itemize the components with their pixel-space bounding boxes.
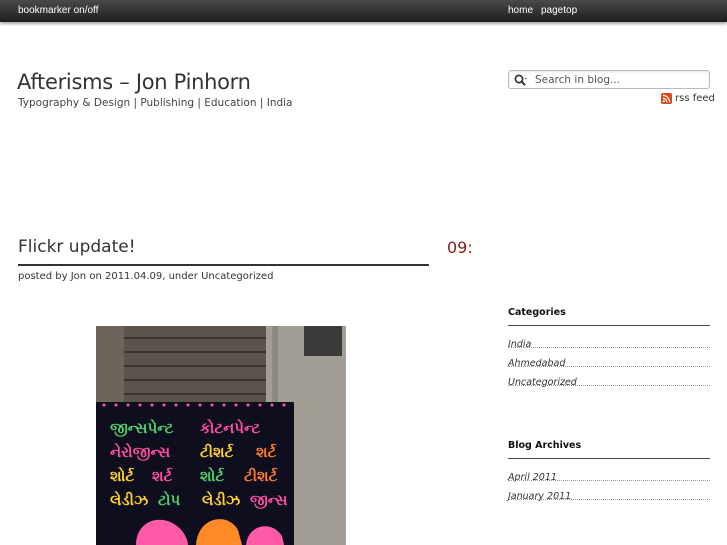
sign-line-4a: લેડીઝ [110, 490, 148, 509]
sign-line-2b: ટીશર્ટ [200, 443, 234, 461]
sign-line-4c: લેડીઝ [202, 490, 240, 509]
archives-list: April 2011 January 2011 [508, 462, 710, 502]
site-tagline: Typography & Design | Publishing | Educa… [18, 97, 293, 109]
category-link-india[interactable]: India [508, 339, 531, 350]
list-item: Ahmedabad [508, 348, 710, 369]
category-link-uncategorized[interactable]: Uncategorized [508, 377, 577, 388]
sign-line-2a: નેરોજીન્સ [110, 442, 170, 462]
sign-line-3c: શોર્ટ [200, 466, 225, 485]
post-meta-prefix: posted by [18, 271, 71, 282]
list-item: April 2011 [508, 462, 710, 483]
sign-line-4d: જીન્સ [250, 491, 287, 510]
sign-line-4b: ટોપ [158, 490, 180, 509]
sign-line-1a: જીન્સપેન્ટ [110, 418, 174, 438]
sign-line-2c: શર્ટ [256, 443, 277, 461]
bookmarker-toggle-link[interactable]: bookmarker on/off [18, 5, 98, 16]
post-category-link[interactable]: Uncategorized [201, 271, 273, 282]
pagetop-link[interactable]: pagetop [541, 5, 577, 16]
rss-feed-link[interactable]: rss feed [661, 92, 715, 104]
categories-widget-title: Categories [508, 307, 566, 318]
post-title-divider [18, 264, 429, 266]
archive-link-january-2011[interactable]: January 2011 [508, 491, 571, 502]
top-bar: bookmarker on/off home pagetop [0, 0, 727, 22]
post-title[interactable]: Flickr update! [18, 237, 136, 257]
list-item: India [508, 329, 710, 350]
categories-divider [508, 325, 710, 326]
archive-link-april-2011[interactable]: April 2011 [508, 472, 557, 483]
rss-feed-label: rss feed [675, 92, 715, 104]
search-icon [514, 74, 527, 86]
search-box[interactable] [508, 70, 710, 89]
shop-sign-photo: જીન્સપેન્ટ કોટનપેન્ટ નેરોજીન્સ ટીશર્ટ શર… [96, 326, 346, 545]
categories-list: India Ahmedabad Uncategorized [508, 329, 710, 388]
sign-line-3b: શર્ટ [152, 467, 173, 485]
post-meta: posted by Jon on 2011.04.09, under Uncat… [18, 271, 274, 282]
rss-icon [661, 92, 672, 104]
post-photo[interactable]: જીન્સપેન્ટ કોટનપેન્ટ નેરોજીન્સ ટીશર્ટ શર… [96, 326, 346, 545]
post-time: 09: [447, 238, 473, 257]
post-date: 2011.04.09 [104, 271, 163, 282]
home-link[interactable]: home [508, 5, 533, 16]
site-title[interactable]: Afterisms – Jon Pinhorn [17, 70, 251, 94]
sign-line-3a: શોર્ટ [110, 466, 135, 485]
sign-line-1b: કોટનપેન્ટ [200, 418, 260, 437]
post-meta-on: on [86, 271, 105, 282]
category-link-ahmedabad[interactable]: Ahmedabad [508, 358, 565, 369]
post-author-link[interactable]: Jon [71, 271, 86, 282]
archives-widget-title: Blog Archives [508, 440, 582, 451]
sign-line-3d: ટીશર્ટ [244, 467, 278, 485]
archives-divider [508, 458, 710, 459]
search-input[interactable] [535, 72, 705, 87]
post-meta-under: , under [162, 271, 202, 282]
